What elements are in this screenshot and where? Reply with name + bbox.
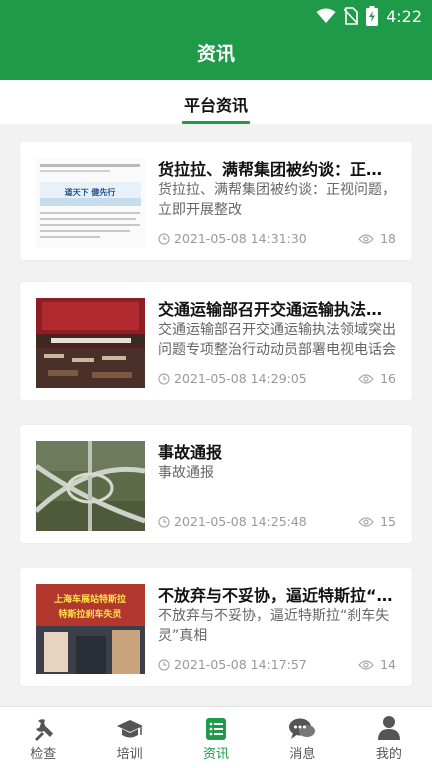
view-count-value: 15 <box>380 514 396 529</box>
nav-label: 检查 <box>30 747 57 762</box>
eye-icon <box>358 516 374 527</box>
nav-label: 我的 <box>375 747 402 762</box>
article-title: 交通运输部召开交通运输执法领域突出问题专项整治行动动员部署电视电话会议 <box>158 300 398 319</box>
wifi-icon <box>316 8 336 23</box>
article-meta: 2021-05-08 14:25:48 15 <box>158 514 398 532</box>
nav-inspection[interactable]: 检查 <box>0 707 86 768</box>
article-meta: 2021-05-08 14:31:30 18 <box>158 231 398 249</box>
nav-profile[interactable]: 我的 <box>346 707 432 768</box>
clock-icon <box>158 373 170 385</box>
article-thumbnail <box>36 298 145 388</box>
view-count-value: 16 <box>380 371 396 386</box>
view-count: 15 <box>358 514 396 529</box>
nav-label: 消息 <box>289 747 316 762</box>
status-time: 4:22 <box>386 6 422 26</box>
status-bar: 4:22 <box>0 0 432 32</box>
article-summary: 不放弃与不妥协，逼近特斯拉“刹车失灵”真相 <box>158 608 390 644</box>
article-card[interactable]: 道天下 健先行 货拉拉、满帮集团被约谈：正视问题，立即开展整改 货拉拉、满帮集团… <box>20 142 412 260</box>
app-header: 资讯 <box>0 32 432 80</box>
tab-platform-news[interactable]: 平台资讯 <box>181 92 250 124</box>
tab-bar: 平台资讯 <box>0 80 432 124</box>
clock-icon <box>158 516 170 528</box>
eye-icon <box>358 233 374 244</box>
view-count-value: 18 <box>380 231 396 246</box>
article-title: 不放弃与不妥协，逼近特斯拉“刹车失灵”真相 <box>158 586 398 605</box>
article-meta: 2021-05-08 14:29:05 16 <box>158 371 398 389</box>
clock-icon <box>158 233 170 245</box>
article-title: 货拉拉、满帮集团被约谈：正视问题，立即开展整改 <box>158 160 398 179</box>
news-list-icon <box>206 718 227 740</box>
article-thumbnail: 上海车展站特斯拉 特斯拉刹车失灵 <box>36 584 145 674</box>
article-date: 2021-05-08 14:17:57 <box>174 657 307 672</box>
view-count-value: 14 <box>380 657 396 672</box>
chat-bubbles-icon <box>289 718 316 739</box>
wrench-icon <box>35 719 54 741</box>
view-count: 18 <box>358 231 396 246</box>
article-summary: 事故通报 <box>158 465 214 481</box>
article-summary: 交通运输部召开交通运输执法领域突出问题专项整治行动动员部署电视电话会议 <box>158 322 396 358</box>
article-card[interactable]: 上海车展站特斯拉 特斯拉刹车失灵 不放弃与不妥协，逼近特斯拉“刹车失灵”真相 不… <box>20 568 412 686</box>
view-count: 16 <box>358 371 396 386</box>
article-card[interactable]: 交通运输部召开交通运输执法领域突出问题专项整治行动动员部署电视电话会议 交通运输… <box>20 282 412 400</box>
clock-icon <box>158 659 170 671</box>
nav-label: 培训 <box>116 747 143 762</box>
nav-training[interactable]: 培训 <box>86 707 172 768</box>
article-date: 2021-05-08 14:25:48 <box>174 514 307 529</box>
article-title: 事故通报 <box>158 443 223 462</box>
thumb-caption: 道天下 健先行 <box>65 187 116 197</box>
battery-charging-icon <box>366 6 379 26</box>
eye-icon <box>358 373 374 384</box>
article-date: 2021-05-08 14:29:05 <box>174 371 307 386</box>
view-count: 14 <box>358 657 396 672</box>
article-list[interactable]: 道天下 健先行 货拉拉、满帮集团被约谈：正视问题，立即开展整改 货拉拉、满帮集团… <box>0 124 432 706</box>
nav-messages[interactable]: 消息 <box>259 707 345 768</box>
thumb-caption: 特斯拉刹车失灵 <box>58 608 122 620</box>
thumb-caption: 上海车展站特斯拉 <box>54 593 126 605</box>
article-card[interactable]: 事故通报 事故通报 2021-05-08 14:25:48 15 <box>20 425 412 543</box>
article-thumbnail <box>36 441 145 531</box>
article-thumbnail: 道天下 健先行 <box>36 158 145 248</box>
bottom-nav: 检查 培训 资讯 消息 我的 <box>0 706 432 768</box>
graduation-cap-icon <box>116 720 143 738</box>
nav-news[interactable]: 资讯 <box>173 707 259 768</box>
user-icon <box>377 716 400 740</box>
no-sim-icon <box>344 7 359 25</box>
page-title: 资讯 <box>196 43 235 65</box>
nav-label: 资讯 <box>203 747 230 762</box>
article-meta: 2021-05-08 14:17:57 14 <box>158 657 398 675</box>
tab-label: 平台资讯 <box>183 96 248 115</box>
article-summary: 货拉拉、满帮集团被约谈：正视问题，立即开展整改 <box>158 182 396 218</box>
article-date: 2021-05-08 14:31:30 <box>174 231 307 246</box>
eye-icon <box>358 659 374 670</box>
